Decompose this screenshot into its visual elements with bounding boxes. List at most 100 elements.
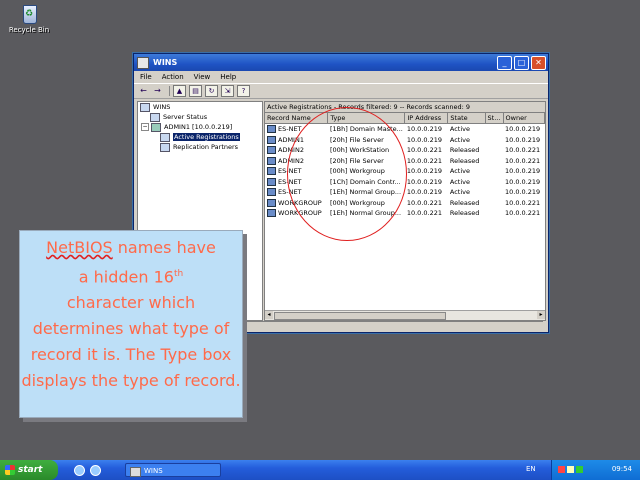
- back-arrow-icon[interactable]: ←: [138, 86, 149, 96]
- cell-text: 10.0.0.219: [505, 177, 541, 186]
- table-cell: 10.0.0.219: [405, 187, 448, 198]
- show-desktop-icon[interactable]: [74, 465, 85, 476]
- help-icon[interactable]: ?: [237, 85, 250, 97]
- table-cell: [485, 145, 503, 156]
- cell-text: Active: [449, 125, 471, 134]
- cell-text: 10.0.0.219: [406, 167, 442, 176]
- callout-body: character which determines what type of …: [21, 293, 241, 391]
- cell-text: Released: [449, 156, 480, 165]
- callout-box: NetBIOS names have a hidden 16th charact…: [19, 230, 243, 418]
- tree-item-replication-partners[interactable]: Replication Partners: [138, 142, 262, 152]
- up-folder-icon[interactable]: ▲: [173, 85, 186, 97]
- record-icon: [267, 135, 276, 144]
- table-cell: Released: [448, 156, 485, 167]
- table-cell: [485, 156, 503, 167]
- tray-app-icon[interactable]: [558, 466, 565, 473]
- table-cell: [485, 124, 503, 135]
- table-cell: Active: [448, 177, 485, 188]
- cell-text: 10.0.0.221: [406, 198, 442, 207]
- wins-app-icon: [130, 467, 141, 477]
- table-cell: 10.0.0.221: [503, 145, 544, 156]
- table-cell: Active: [448, 166, 485, 177]
- table-cell: 10.0.0.221: [405, 198, 448, 209]
- cell-text: 10.0.0.219: [505, 167, 541, 176]
- tray-network-icon[interactable]: [567, 466, 574, 473]
- start-button[interactable]: start: [0, 460, 58, 480]
- table-cell: Active: [448, 135, 485, 146]
- internet-explorer-icon[interactable]: [90, 465, 101, 476]
- table-cell: 10.0.0.221: [405, 156, 448, 167]
- table-cell: 10.0.0.219: [503, 124, 544, 135]
- table-cell: Released: [448, 198, 485, 209]
- tree-item-label: Replication Partners: [173, 143, 239, 151]
- tree-item-active-registrations[interactable]: Active Registrations: [138, 132, 262, 142]
- taskbar-button-label: WINS: [144, 467, 163, 475]
- language-indicator[interactable]: EN: [526, 465, 536, 473]
- collapse-icon[interactable]: −: [141, 123, 149, 131]
- record-icon: [267, 198, 276, 207]
- scroll-thumb[interactable]: [274, 312, 446, 320]
- cell-text: ES-NET: [278, 125, 302, 134]
- cell-text: 10.0.0.219: [505, 188, 541, 197]
- recycle-bin-icon: ♻: [18, 2, 40, 24]
- clock[interactable]: 09:54: [612, 465, 632, 473]
- table-cell: 10.0.0.219: [405, 177, 448, 188]
- menu-action[interactable]: Action: [162, 73, 184, 81]
- record-icon: [267, 146, 276, 155]
- refresh-icon[interactable]: ↻: [205, 85, 218, 97]
- record-icon: [267, 177, 276, 186]
- table-cell: [485, 166, 503, 177]
- table-cell: 10.0.0.219: [405, 124, 448, 135]
- tree-item-label: ADMIN1 [10.0.0.219]: [164, 123, 233, 131]
- scroll-right-icon[interactable]: ▸: [537, 311, 545, 319]
- table-cell: Released: [448, 145, 485, 156]
- table-cell: 10.0.0.219: [503, 135, 544, 146]
- taskbar-button-wins[interactable]: WINS: [125, 463, 221, 477]
- menu-help[interactable]: Help: [220, 73, 236, 81]
- recycle-bin-shortcut[interactable]: ♻ Recycle Bin: [6, 2, 52, 34]
- tree-item-server-status[interactable]: Server Status: [138, 112, 262, 122]
- cell-text: Active: [449, 167, 471, 176]
- folder-icon: [160, 142, 170, 152]
- table-cell: 10.0.0.221: [405, 145, 448, 156]
- table-cell: 10.0.0.221: [503, 198, 544, 209]
- computer-icon: [151, 122, 161, 132]
- tree-item-label: Active Registrations: [173, 133, 240, 141]
- show-tree-icon[interactable]: ▤: [189, 85, 202, 97]
- forward-arrow-icon[interactable]: →: [152, 86, 163, 96]
- menu-file[interactable]: File: [140, 73, 152, 81]
- horizontal-scrollbar[interactable]: ◂ ▸: [265, 310, 545, 320]
- table-cell: 10.0.0.221: [503, 208, 544, 219]
- table-cell: [485, 177, 503, 188]
- tray-security-icon[interactable]: [576, 466, 583, 473]
- tree-item-label: WINS: [153, 103, 171, 111]
- column-header-ip-address[interactable]: IP Address: [404, 113, 449, 124]
- folder-icon: [160, 132, 170, 142]
- minimize-button[interactable]: _: [497, 55, 512, 70]
- table-cell: [485, 135, 503, 146]
- column-header-static[interactable]: St...: [485, 113, 504, 124]
- cell-text: 10.0.0.219: [406, 177, 442, 186]
- callout-netbios-word: NetBIOS: [46, 238, 113, 257]
- maximize-button[interactable]: □: [514, 55, 529, 70]
- tree-item-admin1[interactable]: − ADMIN1 [10.0.0.219]: [138, 122, 262, 132]
- close-button[interactable]: ✕: [531, 55, 546, 70]
- table-cell: [485, 208, 503, 219]
- title-bar[interactable]: WINS _ □ ✕: [134, 54, 548, 71]
- table-cell: 10.0.0.219: [405, 166, 448, 177]
- taskbar: start WINS EN 09:54: [0, 460, 640, 480]
- export-list-icon[interactable]: ⇲: [221, 85, 234, 97]
- wins-icon: [140, 102, 150, 112]
- record-icon: [267, 156, 276, 165]
- column-header-owner[interactable]: Owner: [503, 113, 545, 124]
- menu-view[interactable]: View: [194, 73, 211, 81]
- record-icon: [267, 209, 276, 218]
- column-header-state[interactable]: State: [447, 113, 486, 124]
- scroll-left-icon[interactable]: ◂: [265, 311, 273, 319]
- table-cell: [485, 187, 503, 198]
- cell-text: 10.0.0.221: [406, 146, 442, 155]
- tree-item-wins[interactable]: WINS: [138, 102, 262, 112]
- tree-item-label: Server Status: [163, 113, 208, 121]
- cell-text: Released: [449, 209, 480, 218]
- windows-logo-icon: [5, 465, 15, 475]
